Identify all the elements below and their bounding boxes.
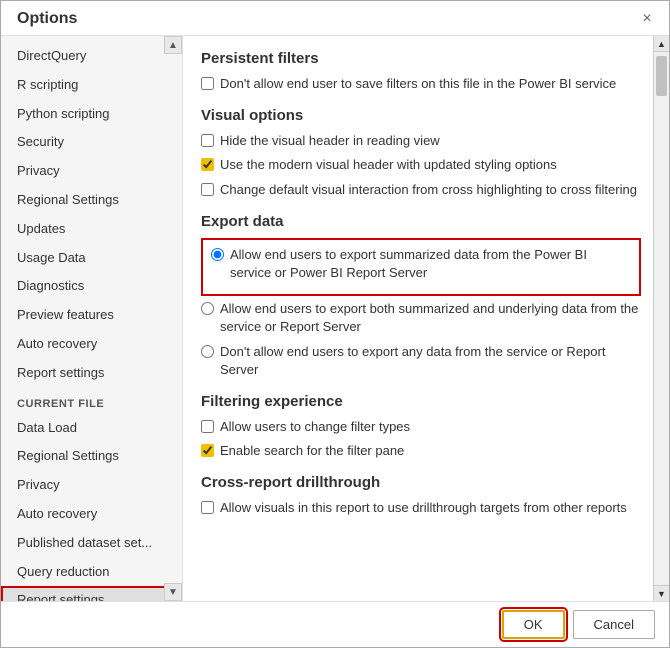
section-title-filtering-experience: Filtering experience bbox=[201, 393, 641, 410]
option-modern-visual-header: Use the modern visual header with update… bbox=[201, 156, 641, 174]
sidebar-item-auto-recovery-cf[interactable]: Auto recovery bbox=[1, 500, 182, 529]
radio-export-summarized[interactable] bbox=[211, 248, 224, 261]
options-dialog: Options × DirectQuery R scripting Python… bbox=[0, 0, 670, 648]
section-title-persistent-filters: Persistent filters bbox=[201, 50, 641, 67]
sidebar-scroll-down[interactable]: ▼ bbox=[164, 583, 182, 601]
option-cross-highlighting: Change default visual interaction from c… bbox=[201, 181, 641, 199]
sidebar-item-regional-settings-cf[interactable]: Regional Settings bbox=[1, 442, 182, 471]
sidebar-item-usage-data[interactable]: Usage Data bbox=[1, 244, 182, 273]
export-highlighted-option: Allow end users to export summarized dat… bbox=[201, 238, 641, 296]
current-file-header: CURRENT FILE bbox=[1, 388, 182, 414]
option-persistent-filters: Don't allow end user to save filters on … bbox=[201, 75, 641, 93]
sidebar-item-report-settings-global[interactable]: Report settings bbox=[1, 359, 182, 388]
sidebar-item-preview-features[interactable]: Preview features bbox=[1, 301, 182, 330]
checkbox-hide-visual-header[interactable] bbox=[201, 134, 214, 147]
dialog-title: Options bbox=[17, 10, 77, 28]
main-scroll-up-arrow[interactable]: ▲ bbox=[654, 36, 669, 52]
main-content: Persistent filters Don't allow end user … bbox=[183, 36, 669, 601]
checkbox-cross-highlighting[interactable] bbox=[201, 183, 214, 196]
radio-export-none[interactable] bbox=[201, 345, 214, 358]
sidebar-item-updates[interactable]: Updates bbox=[1, 215, 182, 244]
radio-export-both[interactable] bbox=[201, 302, 214, 315]
ok-button[interactable]: OK bbox=[502, 610, 565, 639]
option-export-both: Allow end users to export both summarize… bbox=[201, 300, 641, 336]
close-button[interactable]: × bbox=[637, 9, 657, 29]
sidebar-item-security[interactable]: Security bbox=[1, 128, 182, 157]
dialog-titlebar: Options × bbox=[1, 1, 669, 36]
section-title-visual-options: Visual options bbox=[201, 107, 641, 124]
sidebar-item-data-load[interactable]: Data Load bbox=[1, 414, 182, 443]
sidebar-item-directquery[interactable]: DirectQuery bbox=[1, 42, 182, 71]
checkbox-change-filter-types[interactable] bbox=[201, 420, 214, 433]
section-title-export-data: Export data bbox=[201, 213, 641, 230]
sidebar-item-python-scripting[interactable]: Python scripting bbox=[1, 100, 182, 129]
checkbox-persistent-filters[interactable] bbox=[201, 77, 214, 90]
sidebar-scroll-up[interactable]: ▲ bbox=[164, 36, 182, 54]
option-enable-search-filter: Enable search for the filter pane bbox=[201, 442, 641, 460]
sidebar-item-query-reduction[interactable]: Query reduction bbox=[1, 558, 182, 587]
checkbox-cross-report-drillthrough[interactable] bbox=[201, 501, 214, 514]
sidebar: DirectQuery R scripting Python scripting… bbox=[1, 36, 183, 601]
sidebar-item-r-scripting[interactable]: R scripting bbox=[1, 71, 182, 100]
cancel-button[interactable]: Cancel bbox=[573, 610, 655, 639]
section-title-cross-report: Cross-report drillthrough bbox=[201, 474, 641, 491]
checkbox-enable-search-filter[interactable] bbox=[201, 444, 214, 457]
main-scroll-down-arrow[interactable]: ▼ bbox=[654, 585, 669, 601]
option-cross-report-drillthrough: Allow visuals in this report to use dril… bbox=[201, 499, 641, 517]
option-hide-visual-header: Hide the visual header in reading view bbox=[201, 132, 641, 150]
option-export-none: Don't allow end users to export any data… bbox=[201, 343, 641, 379]
sidebar-item-published-dataset[interactable]: Published dataset set... bbox=[1, 529, 182, 558]
dialog-body: DirectQuery R scripting Python scripting… bbox=[1, 36, 669, 601]
sidebar-item-report-settings[interactable]: Report settings bbox=[1, 586, 182, 601]
option-change-filter-types: Allow users to change filter types bbox=[201, 418, 641, 436]
sidebar-item-regional-settings[interactable]: Regional Settings bbox=[1, 186, 182, 215]
main-scroll-track bbox=[654, 52, 669, 585]
main-scroll-thumb[interactable] bbox=[656, 56, 667, 96]
sidebar-item-privacy[interactable]: Privacy bbox=[1, 157, 182, 186]
dialog-footer: OK Cancel bbox=[1, 601, 669, 647]
checkbox-modern-visual-header[interactable] bbox=[201, 158, 214, 171]
sidebar-item-auto-recovery[interactable]: Auto recovery bbox=[1, 330, 182, 359]
main-scrollbar: ▲ ▼ bbox=[653, 36, 669, 601]
sidebar-item-diagnostics[interactable]: Diagnostics bbox=[1, 272, 182, 301]
sidebar-item-privacy-cf[interactable]: Privacy bbox=[1, 471, 182, 500]
